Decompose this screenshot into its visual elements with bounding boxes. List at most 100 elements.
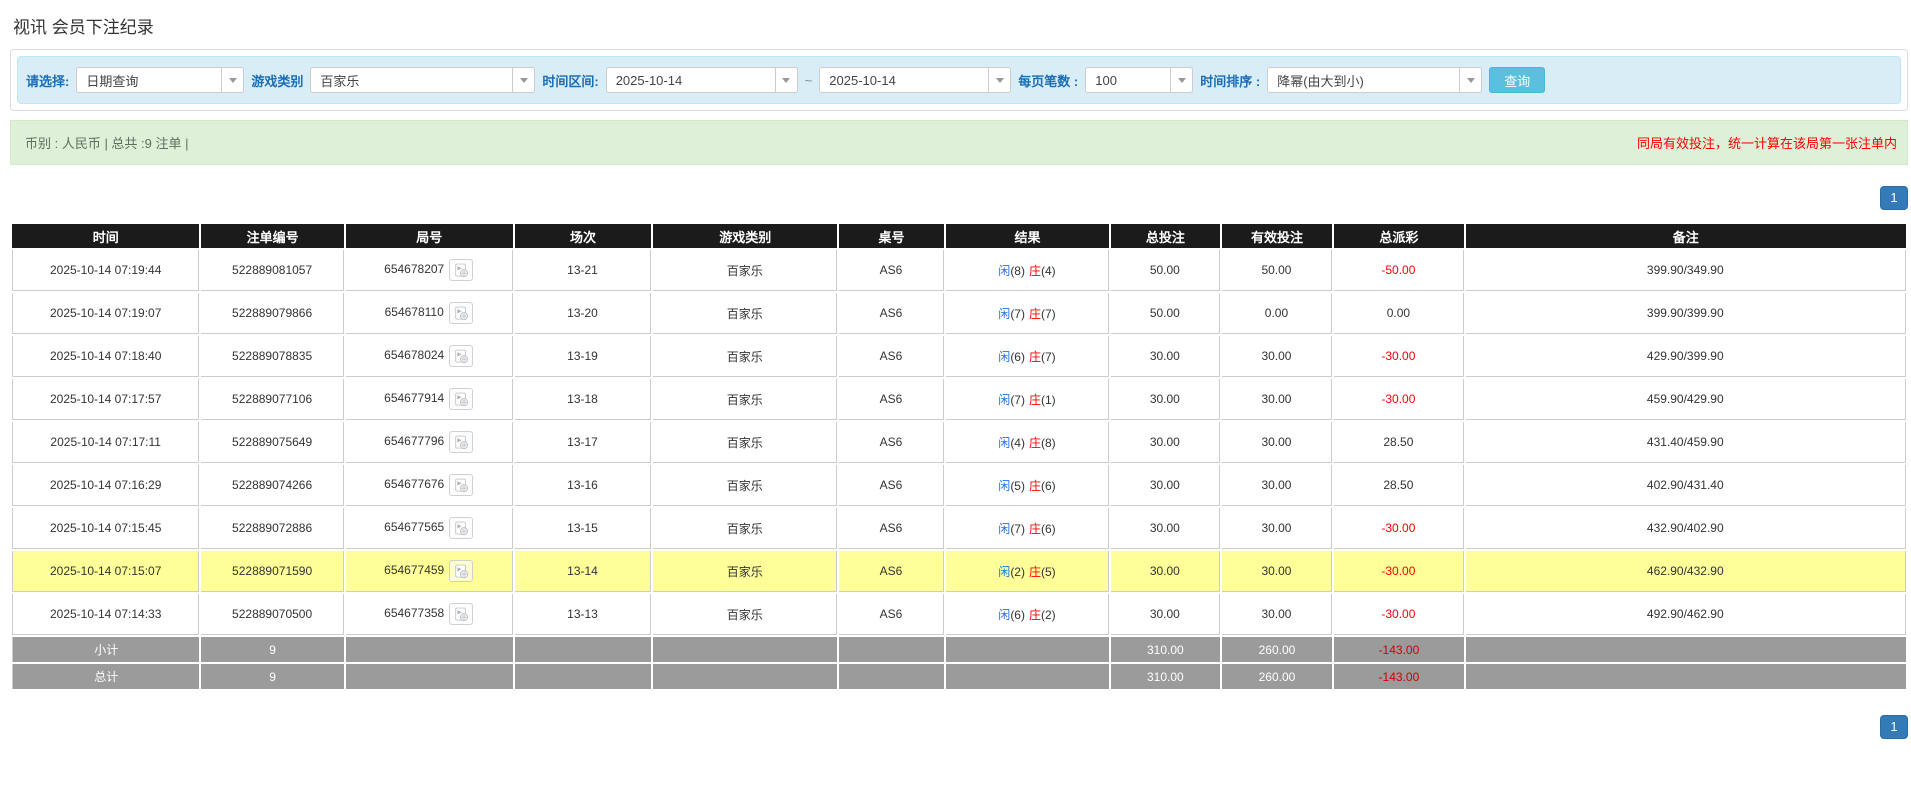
table-row[interactable]: 2025-10-14 07:17:57 522889077106 6546779… [12,379,1906,420]
player-count: (7) [1010,307,1025,321]
total-bet-link[interactable]: 50.00 [1111,250,1220,291]
banker-count: (2) [1041,608,1056,622]
valid-bet-cell: 0.00 [1222,293,1333,334]
total-bet-link[interactable]: 30.00 [1111,336,1220,377]
total-row: 总计 9 310.00 260.00 -143.00 [12,664,1906,689]
video-replay-icon[interactable] [449,603,473,625]
empty-cell [346,664,513,689]
sort-order-select[interactable]: 降幂(由大到小) [1267,67,1482,93]
player-count: (2) [1010,565,1025,579]
video-replay-icon[interactable] [449,388,473,410]
empty-cell [653,664,837,689]
bet-id-cell: 522889071590 [201,551,343,592]
table-header-row: 时间 注单编号 局号 场次 游戏类别 桌号 结果 总投注 有效投注 总派彩 备注 [12,224,1906,248]
header-round-id: 局号 [346,224,513,248]
result-cell: 闲(7)庄(1) [946,379,1109,420]
result-cell: 闲(5)庄(6) [946,465,1109,506]
banker-result: 庄 [1029,264,1041,278]
round-id: 654677565 [384,520,444,534]
valid-bet-cell: 30.00 [1222,594,1333,635]
total-total-bet: 310.00 [1111,664,1220,689]
player-result: 闲 [998,608,1010,622]
page-1-button[interactable]: 1 [1880,715,1908,739]
session-cell: 13-21 [515,250,652,291]
session-cell: 13-15 [515,508,652,549]
round-cell: 654677796 [346,422,513,463]
subtotal-total-bet: 310.00 [1111,637,1220,662]
total-bet-link[interactable]: 30.00 [1111,551,1220,592]
banker-result: 庄 [1029,307,1041,321]
time-cell: 2025-10-14 07:14:33 [12,594,199,635]
total-bet-link[interactable]: 30.00 [1111,422,1220,463]
table-no-cell: AS6 [839,594,944,635]
total-bet-link[interactable]: 50.00 [1111,293,1220,334]
round-cell: 654677565 [346,508,513,549]
game-type-cell: 百家乐 [653,336,837,377]
table-row[interactable]: 2025-10-14 07:19:07 522889079866 6546781… [12,293,1906,334]
total-bet-link[interactable]: 30.00 [1111,594,1220,635]
video-replay-icon[interactable] [449,517,473,539]
chevron-down-icon [775,68,797,92]
banker-count: (6) [1041,522,1056,536]
round-cell: 654678207 [346,250,513,291]
result-cell: 闲(6)庄(2) [946,594,1109,635]
note-cell: 459.90/429.90 [1466,379,1906,420]
pagination-top: 1 [10,186,1908,210]
video-replay-icon[interactable] [449,345,473,367]
bet-id-cell: 522889070500 [201,594,343,635]
chevron-down-icon [1170,68,1192,92]
table-no-cell: AS6 [839,293,944,334]
table-row[interactable]: 2025-10-14 07:18:40 522889078835 6546780… [12,336,1906,377]
header-time: 时间 [12,224,199,248]
total-bet-link[interactable]: 30.00 [1111,508,1220,549]
empty-cell [1466,637,1906,662]
page-size-select[interactable]: 100 [1085,67,1193,93]
round-cell: 654677459 [346,551,513,592]
banker-result: 庄 [1029,393,1041,407]
date-to-value: 2025-10-14 [820,68,988,92]
table-row[interactable]: 2025-10-14 07:15:45 522889072886 6546775… [12,508,1906,549]
banker-count: (6) [1041,479,1056,493]
empty-cell [515,637,652,662]
session-cell: 13-14 [515,551,652,592]
subtotal-label: 小计 [12,637,199,662]
player-result: 闲 [998,522,1010,536]
table-row[interactable]: 2025-10-14 07:15:07 522889071590 6546774… [12,551,1906,592]
table-no-cell: AS6 [839,250,944,291]
date-to-select[interactable]: 2025-10-14 [819,67,1011,93]
table-row[interactable]: 2025-10-14 07:19:44 522889081057 6546782… [12,250,1906,291]
header-total-bet: 总投注 [1111,224,1220,248]
video-replay-icon[interactable] [449,431,473,453]
payout-cell: -50.00 [1334,250,1463,291]
banker-count: (7) [1041,350,1056,364]
bet-id-cell: 522889079866 [201,293,343,334]
date-from-select[interactable]: 2025-10-14 [606,67,798,93]
subtotal-valid-bet: 260.00 [1222,637,1333,662]
table-no-cell: AS6 [839,465,944,506]
video-replay-icon[interactable] [449,302,473,324]
session-cell: 13-17 [515,422,652,463]
valid-bet-cell: 30.00 [1222,422,1333,463]
video-replay-icon[interactable] [449,560,473,582]
game-type-cell: 百家乐 [653,250,837,291]
banker-count: (7) [1041,307,1056,321]
total-bet-link[interactable]: 30.00 [1111,379,1220,420]
query-type-select[interactable]: 日期查询 [76,67,244,93]
total-valid-bet: 260.00 [1222,664,1333,689]
empty-cell [653,637,837,662]
search-button[interactable]: 查询 [1489,67,1545,93]
result-cell: 闲(4)庄(8) [946,422,1109,463]
round-cell: 654678110 [346,293,513,334]
empty-cell [839,664,944,689]
sort-order-label: 时间排序 : [1200,71,1260,90]
game-type-select[interactable]: 百家乐 [310,67,535,93]
table-row[interactable]: 2025-10-14 07:17:11 522889075649 6546777… [12,422,1906,463]
video-replay-icon[interactable] [449,259,473,281]
total-bet-link[interactable]: 30.00 [1111,465,1220,506]
payout-cell: 28.50 [1334,422,1463,463]
table-row[interactable]: 2025-10-14 07:14:33 522889070500 6546773… [12,594,1906,635]
table-row[interactable]: 2025-10-14 07:16:29 522889074266 6546776… [12,465,1906,506]
chevron-down-icon [512,68,534,92]
page-1-button[interactable]: 1 [1880,186,1908,210]
video-replay-icon[interactable] [449,474,473,496]
